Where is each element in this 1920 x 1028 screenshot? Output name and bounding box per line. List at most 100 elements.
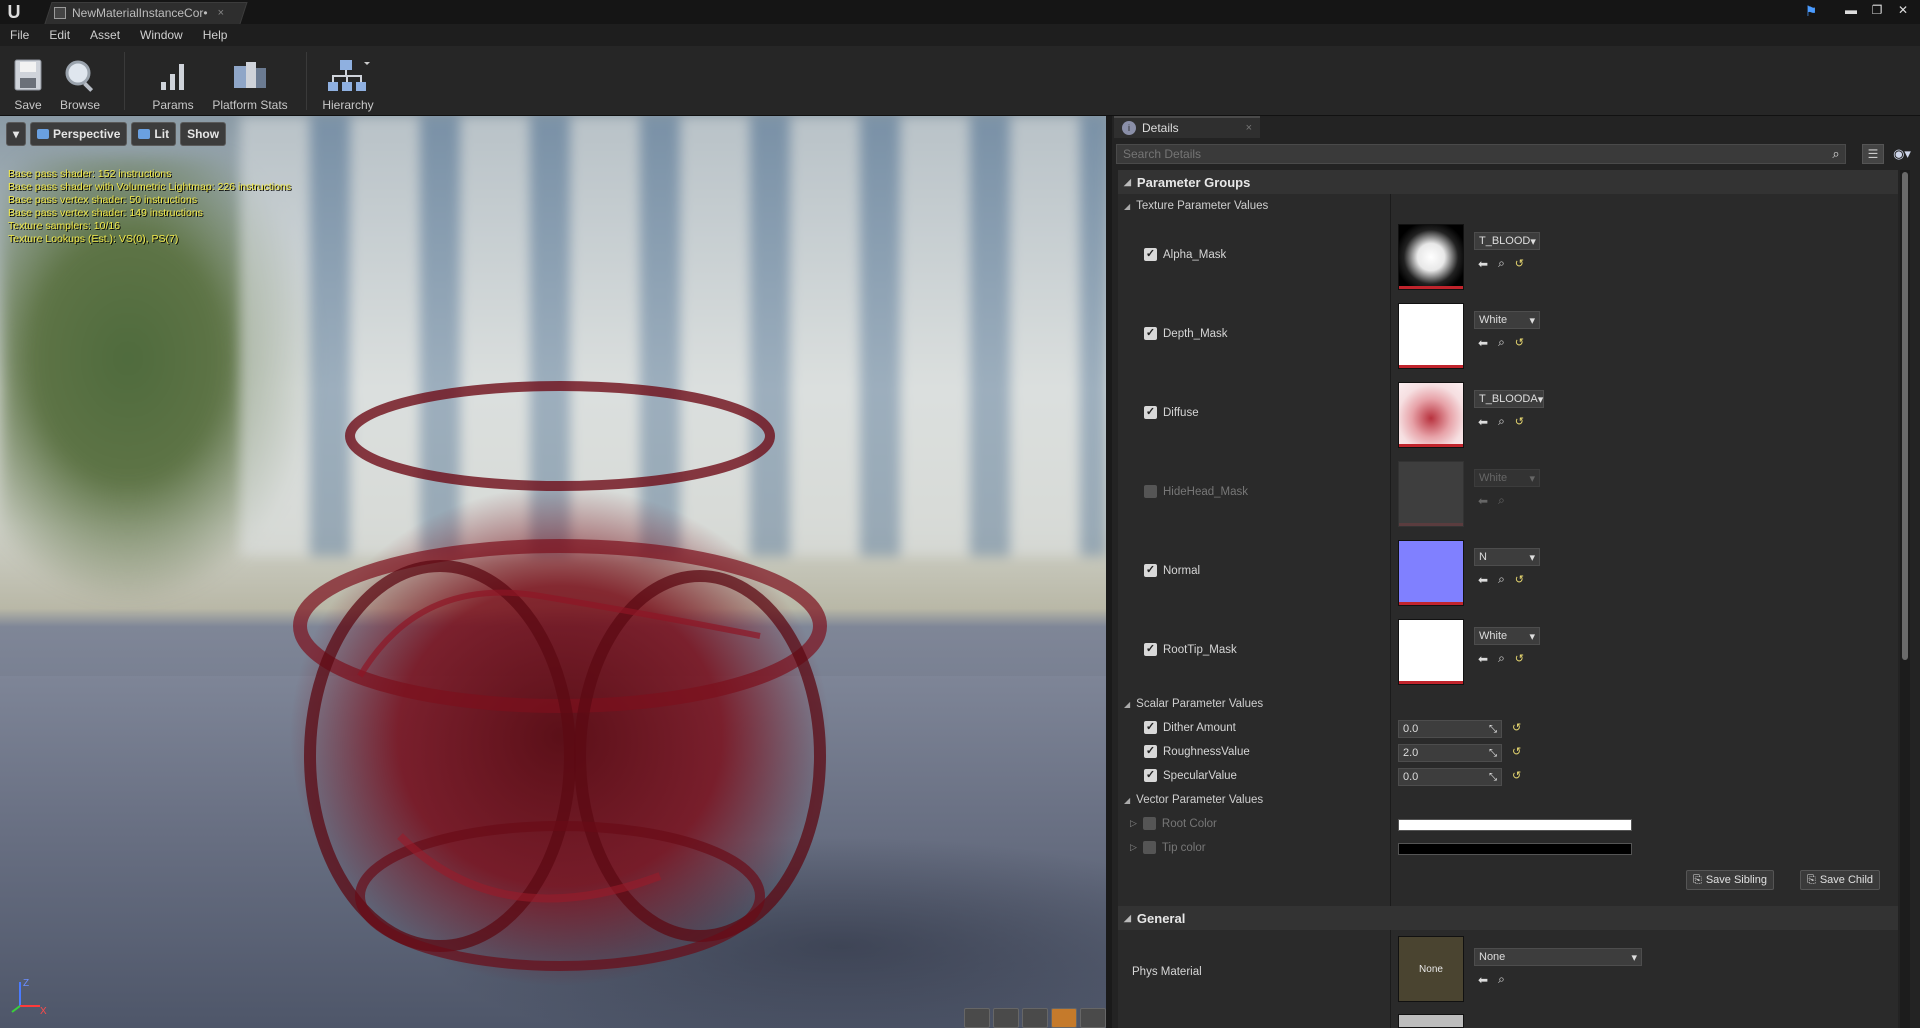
menu-file[interactable]: File xyxy=(10,28,29,42)
param-checkbox[interactable]: ✓ xyxy=(1144,248,1157,261)
param-checkbox[interactable]: ✓ xyxy=(1144,769,1157,782)
lit-button[interactable]: Lit xyxy=(131,122,177,146)
category-parameter-groups[interactable]: ◢ Parameter Groups xyxy=(1118,170,1898,194)
group-label: Texture Parameter Values xyxy=(1136,200,1269,212)
scroll-thumb[interactable] xyxy=(1902,172,1908,660)
color-swatch[interactable] xyxy=(1398,843,1632,855)
browse-asset-icon[interactable]: ⌕ xyxy=(1498,256,1505,271)
scalar-value-input[interactable]: 0.0 ⤡ xyxy=(1398,768,1502,786)
close-button[interactable]: ✕ xyxy=(1892,1,1914,19)
texture-thumbnail[interactable] xyxy=(1398,540,1464,606)
eye-icon[interactable]: ◉▾ xyxy=(1888,144,1916,164)
use-selected-icon[interactable]: ⬅ xyxy=(1478,652,1488,666)
save-child-button[interactable]: ⎘ Save Child xyxy=(1800,870,1881,890)
browse-asset-icon[interactable]: ⌕ xyxy=(1498,572,1505,587)
phys-material-dropdown[interactable]: None ▾ xyxy=(1474,948,1642,966)
use-selected-icon[interactable]: ⬅ xyxy=(1478,336,1488,350)
platform-stats-button[interactable]: Platform Stats xyxy=(208,50,292,112)
param-checkbox[interactable]: ✓ xyxy=(1142,841,1156,854)
group-texture-params[interactable]: ◢ Texture Parameter Values xyxy=(1118,196,1898,216)
params-button[interactable]: Params xyxy=(150,50,196,112)
drag-handle-icon[interactable]: ⤡ xyxy=(1489,748,1497,759)
mesh-preview-button[interactable] xyxy=(1080,1008,1106,1028)
document-tab-close-icon[interactable]: × xyxy=(218,7,224,19)
browse-button[interactable]: Browse xyxy=(58,50,102,112)
phys-material-thumbnail[interactable]: None xyxy=(1398,936,1464,1002)
category-general[interactable]: ◢ General xyxy=(1118,906,1898,930)
reset-icon[interactable]: ↺ xyxy=(1512,745,1521,758)
scalar-value-input[interactable]: 2.0 ⤡ xyxy=(1398,744,1502,762)
expand-arrow-icon[interactable]: ▷ xyxy=(1130,842,1137,853)
browse-asset-icon[interactable]: ⌕ xyxy=(1498,414,1505,429)
browse-asset-icon[interactable]: ⌕ xyxy=(1498,651,1505,666)
expand-arrow-icon[interactable]: ▷ xyxy=(1130,818,1137,829)
reset-icon[interactable]: ↺ xyxy=(1515,573,1524,586)
asset-dropdown[interactable]: T_BLOODA ▾ xyxy=(1474,390,1544,408)
param-checkbox[interactable]: ✓ xyxy=(1144,485,1157,498)
use-selected-icon[interactable]: ⬅ xyxy=(1478,415,1488,429)
reset-icon[interactable]: ↺ xyxy=(1515,336,1524,349)
texture-thumbnail[interactable] xyxy=(1398,382,1464,448)
param-checkbox[interactable]: ✓ xyxy=(1144,327,1157,340)
param-checkbox[interactable]: ✓ xyxy=(1144,721,1157,734)
menu-asset[interactable]: Asset xyxy=(90,28,120,42)
param-checkbox[interactable]: ✓ xyxy=(1142,817,1156,830)
browse-asset-icon[interactable]: ⌕ xyxy=(1498,335,1505,350)
details-scrollbar[interactable] xyxy=(1900,170,1910,1028)
reset-icon[interactable]: ↺ xyxy=(1515,415,1524,428)
color-swatch[interactable] xyxy=(1398,819,1632,831)
details-tab[interactable]: i Details × xyxy=(1114,116,1260,138)
group-scalar-params[interactable]: ◢ Scalar Parameter Values xyxy=(1118,694,1898,714)
reset-icon[interactable]: ↺ xyxy=(1515,257,1524,270)
sphere-preview-button[interactable] xyxy=(993,1008,1019,1028)
menu-window[interactable]: Window xyxy=(140,28,183,42)
feedback-icon[interactable]: ⚑ xyxy=(1802,3,1820,19)
drag-handle-icon[interactable]: ⤡ xyxy=(1489,724,1497,735)
category-label: Parameter Groups xyxy=(1136,174,1251,190)
scalar-value-input[interactable]: 0.0 ⤡ xyxy=(1398,720,1502,738)
reset-icon[interactable]: ↺ xyxy=(1515,652,1524,665)
preview-viewport[interactable] xyxy=(0,116,1106,1028)
param-checkbox[interactable]: ✓ xyxy=(1144,406,1157,419)
cylinder-preview-button[interactable] xyxy=(964,1008,990,1028)
texture-thumbnail[interactable] xyxy=(1398,303,1464,369)
search-icon[interactable]: ⌕ xyxy=(1828,146,1844,162)
param-checkbox[interactable]: ✓ xyxy=(1144,564,1157,577)
use-selected-icon[interactable]: ⬅ xyxy=(1478,257,1488,271)
drag-handle-icon[interactable]: ⤡ xyxy=(1489,772,1497,783)
axis-x-label: X xyxy=(40,1006,47,1016)
restore-button[interactable]: ❐ xyxy=(1866,1,1888,19)
details-tab-close-icon[interactable]: × xyxy=(1246,122,1252,134)
details-icon: i xyxy=(1122,121,1136,135)
viewport-options-button[interactable]: ▾ xyxy=(6,122,27,146)
param-checkbox[interactable]: ✓ xyxy=(1144,643,1157,656)
texture-thumbnail[interactable] xyxy=(1398,619,1464,685)
param-checkbox[interactable]: ✓ xyxy=(1144,745,1157,758)
asset-dropdown[interactable]: White ▾ xyxy=(1474,311,1540,329)
reset-icon[interactable]: ↺ xyxy=(1512,769,1521,782)
reset-icon[interactable]: ↺ xyxy=(1512,721,1521,734)
use-selected-icon[interactable]: ⬅ xyxy=(1478,973,1488,987)
save-sibling-label: Save Sibling xyxy=(1705,874,1767,886)
use-selected-icon[interactable]: ⬅ xyxy=(1478,573,1488,587)
save-button[interactable]: Save xyxy=(10,50,46,112)
perspective-button[interactable]: Perspective xyxy=(30,122,128,146)
asset-dropdown[interactable]: White ▾ xyxy=(1474,627,1540,645)
document-tab-content[interactable]: NewMaterialInstanceCor• × xyxy=(54,4,224,22)
asset-dropdown[interactable]: N ▾ xyxy=(1474,548,1540,566)
texture-thumbnail[interactable] xyxy=(1398,224,1464,290)
asset-dropdown[interactable]: T_BLOOD ▾ xyxy=(1474,232,1540,250)
plane-preview-button[interactable] xyxy=(1022,1008,1048,1028)
show-button[interactable]: Show xyxy=(180,122,227,146)
search-details-input[interactable] xyxy=(1116,144,1846,164)
save-sibling-button[interactable]: ⎘ Save Sibling xyxy=(1686,870,1774,890)
hierarchy-button[interactable]: Hierarchy xyxy=(318,50,378,112)
cube-preview-button[interactable] xyxy=(1051,1008,1077,1028)
view-options-button[interactable]: ☰ xyxy=(1862,144,1884,164)
group-vector-params[interactable]: ◢ Vector Parameter Values xyxy=(1118,790,1898,810)
minimize-button[interactable]: ▬ xyxy=(1840,1,1862,19)
params-icon xyxy=(161,64,184,90)
browse-asset-icon[interactable]: ⌕ xyxy=(1498,972,1505,987)
menu-help[interactable]: Help xyxy=(203,28,228,42)
menu-edit[interactable]: Edit xyxy=(49,28,70,42)
